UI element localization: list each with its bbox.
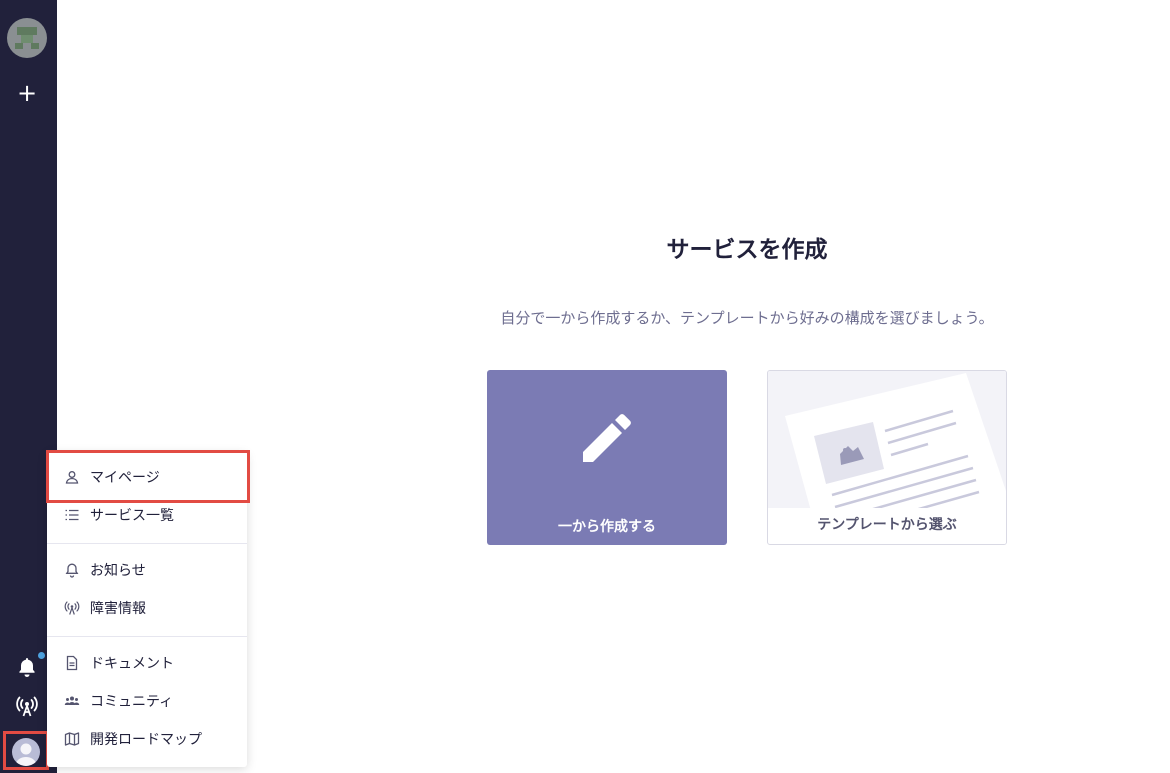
create-from-scratch-card[interactable]: 一から作成する [487,370,727,545]
menu-divider [47,543,247,544]
menu-item-notifications[interactable]: お知らせ [47,552,247,588]
bell-icon[interactable] [15,655,39,679]
plus-icon[interactable]: + [14,80,40,106]
page-subtitle: 自分で一から作成するか、テンプレートから好みの構成を選びましょう。 [500,309,994,327]
service-avatar[interactable] [7,18,47,58]
menu-item-label: ドキュメント [90,656,174,672]
map-icon [64,732,80,746]
antenna-icon[interactable] [15,695,39,719]
menu-item-label: 障害情報 [90,601,146,617]
menu-item-label: サービス一覧 [90,508,174,524]
people-icon [64,696,80,705]
antenna-icon [64,601,80,615]
highlight-box [46,450,250,503]
user-avatar [12,738,40,766]
notification-dot [38,652,45,659]
card-label: テンプレートから選ぶ [768,508,1006,536]
list-icon [65,509,79,521]
menu-item-label: コミュニティ [90,694,174,710]
pencil-icon [583,414,631,462]
menu-item-label: 開発ロードマップ [90,732,202,748]
menu-item-incidents[interactable]: 障害情報 [47,590,247,626]
menu-item-label: お知らせ [90,563,146,579]
choose-template-card[interactable]: テンプレートから選ぶ [767,370,1007,545]
page-title: サービスを作成 [666,237,828,263]
document-icon [66,655,78,671]
menu-item-community[interactable]: コミュニティ [47,683,247,719]
menu-item-roadmap[interactable]: 開発ロードマップ [47,721,247,757]
menu-item-documents[interactable]: ドキュメント [47,645,247,681]
card-label: 一から作成する [558,519,656,535]
menu-divider [47,636,247,637]
bell-icon [65,563,79,578]
user-menu-button[interactable] [3,731,49,770]
